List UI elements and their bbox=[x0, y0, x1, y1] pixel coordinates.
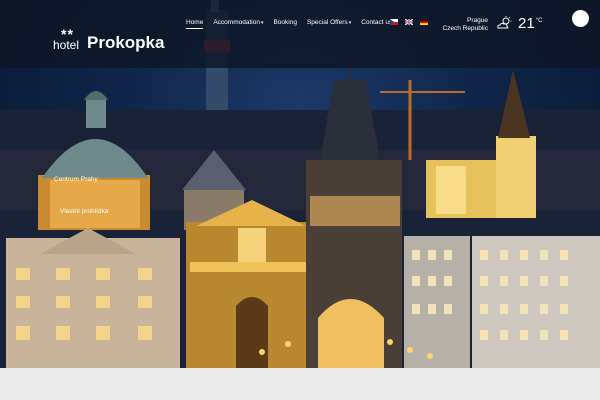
content-strip bbox=[0, 368, 600, 400]
language-switcher bbox=[390, 19, 428, 25]
chevron-down-icon: ▾ bbox=[260, 20, 264, 26]
logo-hotel-name: Prokopka bbox=[87, 33, 165, 52]
nav-booking-label: Booking bbox=[273, 19, 297, 26]
temperature-unit: °C bbox=[535, 18, 543, 24]
nav-home-label: Home bbox=[186, 19, 204, 26]
location: Prague Czech Republic bbox=[440, 17, 488, 33]
temperature-value: 21 bbox=[518, 15, 535, 32]
nav-booking[interactable]: Booking bbox=[273, 19, 297, 26]
uk-flag-icon[interactable] bbox=[405, 19, 413, 25]
hero-caption-subtitle: Vlastní prohlídka bbox=[60, 208, 109, 215]
german-flag-icon[interactable] bbox=[420, 19, 428, 25]
czech-flag-icon[interactable] bbox=[390, 19, 398, 25]
nav-accommodation-label: Accommodation bbox=[213, 19, 260, 26]
nav-home[interactable]: Home bbox=[186, 19, 204, 29]
location-country: Czech Republic bbox=[442, 25, 488, 32]
nav-accommodation[interactable]: Accommodation▾ bbox=[213, 19, 263, 26]
nav-special-offers[interactable]: Special Offers▾ bbox=[307, 19, 351, 26]
location-city: Prague bbox=[467, 17, 488, 24]
round-menu-button[interactable] bbox=[572, 10, 589, 27]
partly-cloudy-icon bbox=[497, 16, 512, 29]
nav-contact-us[interactable]: Contact us bbox=[361, 19, 392, 26]
temperature: 21°C bbox=[518, 15, 542, 32]
top-navigation-bar: ** hotel Prokopka Home Accommodation▾ Bo… bbox=[0, 0, 600, 68]
logo-hotel-word: hotel bbox=[53, 38, 80, 52]
nav-special-offers-label: Special Offers bbox=[306, 19, 348, 26]
nav-contact-label: Contact us bbox=[361, 19, 393, 26]
hero-caption-title: Centrum Prahy bbox=[54, 176, 98, 183]
main-menu: Home Accommodation▾ Booking Special Offe… bbox=[186, 19, 402, 29]
chevron-down-icon: ▾ bbox=[348, 20, 352, 26]
